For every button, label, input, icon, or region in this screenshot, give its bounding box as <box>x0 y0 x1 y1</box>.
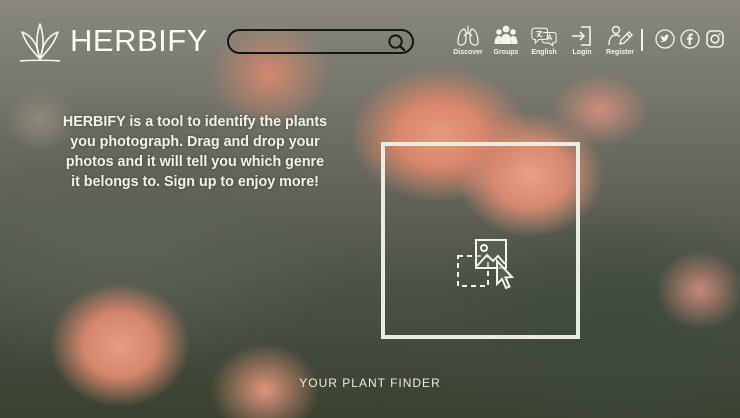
tagline-text: YOUR PLANT FINDER <box>299 376 441 390</box>
search-input[interactable] <box>239 34 389 50</box>
social-links <box>654 28 725 49</box>
facebook-link[interactable] <box>679 28 700 49</box>
nav-login[interactable]: Login <box>563 24 601 56</box>
nav-english[interactable]: English <box>525 24 563 56</box>
leaf-icon <box>19 23 61 62</box>
nav-label: Discover <box>453 49 483 56</box>
login-icon <box>572 26 591 46</box>
nav-register[interactable]: Register <box>601 24 639 56</box>
register-icon <box>608 25 633 46</box>
nav-label: Register <box>605 49 634 56</box>
brand-logo[interactable]: HERBIFY <box>18 20 208 62</box>
nav-groups[interactable]: Groups <box>487 24 525 56</box>
brand-name: HERBIFY <box>70 23 208 58</box>
twitter-icon <box>654 28 675 49</box>
photo-dropzone[interactable] <box>381 142 580 339</box>
instagram-icon <box>705 29 724 48</box>
nav-discover[interactable]: Discover <box>449 24 487 56</box>
instagram-link[interactable] <box>704 28 725 49</box>
lungs-icon <box>457 26 479 46</box>
tagline: YOUR PLANT FINDER <box>0 376 740 390</box>
nav-label: English <box>531 49 557 56</box>
twitter-link[interactable] <box>654 28 675 49</box>
nav-label: Login <box>572 49 592 56</box>
nav-divider <box>641 29 643 51</box>
search-icon[interactable] <box>387 33 406 52</box>
group-icon <box>494 25 518 44</box>
search-bar[interactable] <box>227 29 414 54</box>
facebook-icon <box>679 28 700 49</box>
translate-icon <box>531 27 557 47</box>
main-nav: Discover Groups English Login Register <box>449 24 639 56</box>
intro-text: HERBIFY is a tool to identify the plants… <box>62 114 328 190</box>
nav-label: Groups <box>493 49 519 56</box>
hero-background: HERBIFY Discover Groups English Login Re… <box>0 0 740 418</box>
image-drop-icon <box>457 239 515 290</box>
